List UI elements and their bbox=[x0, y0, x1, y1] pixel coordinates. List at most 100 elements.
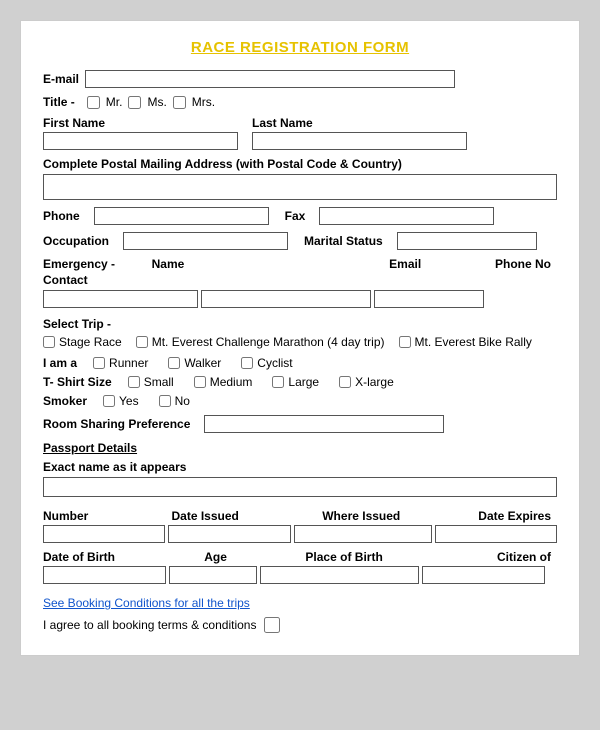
first-name-col: First Name bbox=[43, 116, 238, 150]
mt-everest-label: Mt. Everest Challenge Marathon (4 day tr… bbox=[152, 335, 385, 349]
first-name-input[interactable] bbox=[43, 132, 238, 150]
occupation-input[interactable] bbox=[123, 232, 288, 250]
walker-checkbox[interactable] bbox=[168, 357, 180, 369]
ms-label: Ms. bbox=[147, 95, 166, 109]
iam-label: I am a bbox=[43, 356, 77, 370]
emergency-name-input[interactable] bbox=[43, 290, 198, 308]
no-label: No bbox=[175, 394, 190, 408]
fax-input[interactable] bbox=[319, 207, 494, 225]
form-title: RACE REGISTRATION FORM bbox=[43, 39, 557, 56]
dob-header: Date of Birth bbox=[43, 550, 166, 564]
yes-option: Yes bbox=[103, 394, 139, 408]
exact-name-input[interactable] bbox=[43, 477, 557, 497]
passport-details-label: Passport Details bbox=[43, 441, 557, 455]
smoker-row: Smoker Yes No bbox=[43, 394, 557, 408]
dob-headers: Date of Birth Age Place of Birth Citizen… bbox=[43, 550, 557, 564]
postal-label: Complete Postal Mailing Address (with Po… bbox=[43, 157, 551, 171]
runner-checkbox[interactable] bbox=[93, 357, 105, 369]
no-checkbox[interactable] bbox=[159, 395, 171, 407]
name-col-label: Name bbox=[148, 257, 316, 288]
agree-checkbox[interactable] bbox=[264, 617, 280, 633]
stage-race-option: Stage Race bbox=[43, 335, 122, 349]
marital-label: Marital Status bbox=[304, 234, 383, 248]
place-of-birth-input[interactable] bbox=[260, 566, 419, 584]
phone-fax-row: Phone Fax bbox=[43, 207, 557, 225]
exact-name-label: Exact name as it appears bbox=[43, 460, 551, 474]
yes-checkbox[interactable] bbox=[103, 395, 115, 407]
small-label: Small bbox=[144, 375, 174, 389]
phone-label: Phone bbox=[43, 209, 80, 223]
emergency-inputs bbox=[43, 290, 557, 308]
age-input[interactable] bbox=[169, 566, 256, 584]
agree-row: I agree to all booking terms & condition… bbox=[43, 617, 557, 633]
stage-race-checkbox[interactable] bbox=[43, 336, 55, 348]
mrs-checkbox[interactable] bbox=[173, 96, 186, 109]
booking-link[interactable]: See Booking Conditions for all the trips bbox=[43, 596, 250, 610]
select-trip-label: Select Trip - bbox=[43, 317, 551, 331]
occ-marital-row: Occupation Marital Status bbox=[43, 232, 557, 250]
title-label: Title - bbox=[43, 95, 75, 109]
mt-everest-checkbox[interactable] bbox=[136, 336, 148, 348]
phone-no-col-label: Phone No bbox=[495, 257, 551, 288]
large-option: Large bbox=[272, 375, 319, 389]
ms-checkbox[interactable] bbox=[128, 96, 141, 109]
dob-input[interactable] bbox=[43, 566, 166, 584]
passport-table: Number Date Issued Where Issued Date Exp… bbox=[43, 509, 557, 543]
date-expires-input[interactable] bbox=[435, 525, 557, 543]
cyclist-checkbox[interactable] bbox=[241, 357, 253, 369]
phone-input[interactable] bbox=[94, 207, 269, 225]
small-checkbox[interactable] bbox=[128, 376, 140, 388]
walker-option: Walker bbox=[168, 356, 221, 370]
passport-table-headers: Number Date Issued Where Issued Date Exp… bbox=[43, 509, 557, 523]
name-row: First Name Last Name bbox=[43, 116, 557, 150]
select-trip-section: Select Trip - Stage Race Mt. Everest Cha… bbox=[43, 317, 557, 349]
postal-row: Complete Postal Mailing Address (with Po… bbox=[43, 157, 557, 200]
last-name-col: Last Name bbox=[252, 116, 467, 150]
place-of-birth-header: Place of Birth bbox=[266, 550, 423, 564]
tshirt-label: T- Shirt Size bbox=[43, 375, 112, 389]
where-issued-input[interactable] bbox=[294, 525, 432, 543]
tshirt-row: T- Shirt Size Small Medium Large X-large bbox=[43, 375, 557, 389]
form-container: RACE REGISTRATION FORM E-mail Title - Mr… bbox=[20, 20, 580, 656]
emergency-phone-input[interactable] bbox=[374, 290, 484, 308]
room-sharing-label: Room Sharing Preference bbox=[43, 417, 190, 431]
xlarge-checkbox[interactable] bbox=[339, 376, 351, 388]
trip-options: Stage Race Mt. Everest Challenge Maratho… bbox=[43, 335, 557, 349]
smoker-label: Smoker bbox=[43, 394, 87, 408]
postal-input[interactable] bbox=[43, 174, 557, 200]
number-header: Number bbox=[43, 509, 166, 523]
title-row: Title - Mr. Ms. Mrs. bbox=[43, 95, 557, 109]
emergency-header: Emergency -Contact Name Email Phone No bbox=[43, 257, 557, 288]
first-name-label: First Name bbox=[43, 116, 238, 130]
emergency-label: Emergency -Contact bbox=[43, 257, 142, 288]
fax-label: Fax bbox=[285, 209, 306, 223]
agree-label: I agree to all booking terms & condition… bbox=[43, 618, 256, 632]
large-checkbox[interactable] bbox=[272, 376, 284, 388]
cyclist-option: Cyclist bbox=[241, 356, 292, 370]
runner-option: Runner bbox=[93, 356, 148, 370]
medium-checkbox[interactable] bbox=[194, 376, 206, 388]
yes-label: Yes bbox=[119, 394, 139, 408]
runner-label: Runner bbox=[109, 356, 148, 370]
email-input[interactable] bbox=[85, 70, 455, 88]
date-expires-header: Date Expires bbox=[429, 509, 552, 523]
email-label: E-mail bbox=[43, 72, 79, 86]
room-sharing-row: Room Sharing Preference bbox=[43, 415, 557, 433]
mr-checkbox[interactable] bbox=[87, 96, 100, 109]
room-sharing-input[interactable] bbox=[204, 415, 444, 433]
xlarge-option: X-large bbox=[339, 375, 394, 389]
dob-section: Date of Birth Age Place of Birth Citizen… bbox=[43, 550, 557, 584]
mt-bike-checkbox[interactable] bbox=[399, 336, 411, 348]
last-name-input[interactable] bbox=[252, 132, 467, 150]
last-name-label: Last Name bbox=[252, 116, 467, 130]
marital-input[interactable] bbox=[397, 232, 537, 250]
dob-inputs bbox=[43, 566, 557, 584]
occupation-label: Occupation bbox=[43, 234, 109, 248]
cyclist-label: Cyclist bbox=[257, 356, 292, 370]
email-row: E-mail bbox=[43, 70, 557, 88]
date-issued-input[interactable] bbox=[168, 525, 290, 543]
emergency-email-input[interactable] bbox=[201, 290, 371, 308]
where-issued-header: Where Issued bbox=[300, 509, 423, 523]
citizen-of-input[interactable] bbox=[422, 566, 545, 584]
passport-number-input[interactable] bbox=[43, 525, 165, 543]
